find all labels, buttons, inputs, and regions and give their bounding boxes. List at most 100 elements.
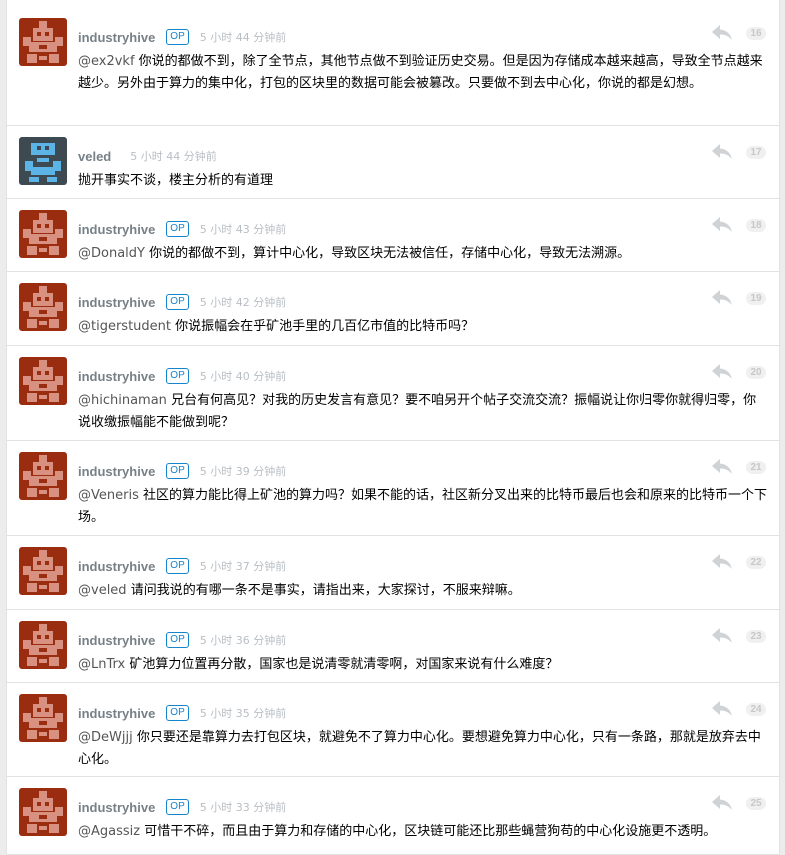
avatar[interactable] [19,547,67,595]
reply-text: 社区的算力能比得上矿池的算力吗？如果不能的话，社区新分叉出来的比特币最后也会和原… [78,488,767,525]
username-link[interactable]: industryhive [78,222,155,237]
reply-text: 你说的都做不到，算计中心化，导致区块无法被信任，存储中心化，导致无法溯源。 [144,246,631,261]
reply-content: @Agassiz 可惜干不碎，而且由于算力和存储的中心化，区块链可能还比那些蝇营… [78,821,769,843]
reply-item: industryhive OP 5 小时 39 分钟前 21 @Veneris … [7,440,779,536]
username-link[interactable]: veled [78,149,111,164]
reply-text: 你说的都做不到，除了全节点，其他节点做不到验证历史交易。但是因为存储成本越来越高… [78,54,763,91]
reply-timestamp: 5 小时 33 分钟前 [199,801,287,814]
avatar[interactable] [19,210,67,258]
reply-item: industryhive OP 5 小时 42 分钟前 19 @tigerstu… [7,271,779,346]
reply-arrow-icon[interactable] [711,143,733,161]
reply-content: @ex2vkf 你说的都做不到，除了全节点，其他节点做不到验证历史交易。但是因为… [78,51,769,95]
reply-content: @DeWjjj 你只要还是靠算力去打包区块，就避免不了算力中心化。要想避免算力中… [78,727,769,771]
reply-content: @DonaldY 你说的都做不到，算计中心化，导致区块无法被信任，存储中心化，导… [78,243,769,265]
industryhive-avatar-icon [19,210,67,258]
username-link[interactable]: industryhive [78,559,155,574]
reply-content: @tigerstudent 你说振幅会在乎矿池手里的几百亿市值的比特币吗？ [78,316,769,338]
reply-meta: industryhive OP 5 小时 40 分钟前 [78,367,286,385]
reply-meta: industryhive OP 5 小时 42 分钟前 [78,293,286,311]
reply-item: veled 5 小时 44 分钟前 17 抛开事实不谈，楼主分析的有道理 [7,125,779,199]
reply-meta: industryhive OP 5 小时 44 分钟前 [78,28,286,46]
reply-text: 请问我说的有哪一条不是事实，请指出来，大家探讨，不服来辩嘛。 [126,583,521,598]
avatar[interactable] [19,283,67,331]
avatar[interactable] [19,694,67,742]
avatar[interactable] [19,452,67,500]
mention-link[interactable]: @DeWjjj [78,730,133,745]
reply-arrow-icon[interactable] [711,216,733,234]
reply-content: @hichinaman 兄台有何高见？对我的历史发言有意见？要不咱另开个帖子交流… [78,390,769,434]
floor-number-badge: 21 [746,461,766,474]
industryhive-avatar-icon [19,357,67,405]
op-badge: OP [166,294,189,310]
reply-item: industryhive OP 5 小时 40 分钟前 20 @hichinam… [7,345,779,441]
username-link[interactable]: industryhive [78,295,155,310]
op-badge: OP [166,558,189,574]
reply-meta: industryhive OP 5 小时 35 分钟前 [78,704,286,722]
reply-timestamp: 5 小时 44 分钟前 [130,150,217,163]
industryhive-avatar-icon [19,18,67,66]
reply-arrow-icon[interactable] [711,458,733,476]
reply-arrow-icon[interactable] [711,363,733,381]
industryhive-avatar-icon [19,283,67,331]
username-link[interactable]: industryhive [78,30,155,45]
reply-content: @LnTrx 矿池算力位置再分散，国家也是说清零就清零啊，对国家来说有什么难度？ [78,654,769,676]
reply-arrow-icon[interactable] [711,24,733,42]
username-link[interactable]: industryhive [78,706,155,721]
mention-link[interactable]: @ex2vkf [78,54,135,69]
mention-link[interactable]: @LnTrx [78,657,125,672]
industryhive-avatar-icon [19,621,67,669]
reply-arrow-icon[interactable] [711,794,733,812]
reply-text: 兄台有何高见？对我的历史发言有意见？要不咱另开个帖子交流交流？振幅说让你归零你就… [78,393,757,430]
reply-content: @Veneris 社区的算力能比得上矿池的算力吗？如果不能的话，社区新分叉出来的… [78,485,769,529]
reply-item: industryhive OP 5 小时 33 分钟前 25 @Agassiz … [7,776,779,855]
reply-arrow-icon[interactable] [711,627,733,645]
reply-timestamp: 5 小时 37 分钟前 [199,560,287,573]
avatar[interactable] [19,621,67,669]
veled-avatar-icon [19,137,67,185]
op-badge: OP [166,29,189,45]
reply-timestamp: 5 小时 43 分钟前 [199,223,287,236]
reply-meta: veled 5 小时 44 分钟前 [78,147,217,165]
floor-number-badge: 22 [746,556,766,569]
reply-arrow-icon[interactable] [711,289,733,307]
op-badge: OP [166,221,189,237]
mention-link[interactable]: @hichinaman [78,393,167,408]
reply-content: @veled 请问我说的有哪一条不是事实，请指出来，大家探讨，不服来辩嘛。 [78,580,769,602]
reply-arrow-icon[interactable] [711,700,733,718]
username-link[interactable]: industryhive [78,464,155,479]
floor-number-badge: 25 [746,797,766,810]
industryhive-avatar-icon [19,788,67,836]
op-badge: OP [166,463,189,479]
mention-link[interactable]: @tigerstudent [78,319,171,334]
avatar[interactable] [19,357,67,405]
mention-link[interactable]: @Agassiz [78,824,140,839]
reply-timestamp: 5 小时 40 分钟前 [199,370,287,383]
mention-link[interactable]: @Veneris [78,488,139,503]
industryhive-avatar-icon [19,547,67,595]
floor-number-badge: 17 [746,146,766,159]
avatar[interactable] [19,788,67,836]
reply-timestamp: 5 小时 42 分钟前 [199,296,287,309]
floor-number-badge: 16 [746,27,766,40]
reply-meta: industryhive OP 5 小时 43 分钟前 [78,220,286,238]
mention-link[interactable]: @DonaldY [78,246,145,261]
username-link[interactable]: industryhive [78,633,155,648]
reply-meta: industryhive OP 5 小时 36 分钟前 [78,631,286,649]
username-link[interactable]: industryhive [78,369,155,384]
floor-number-badge: 23 [746,630,766,643]
avatar[interactable] [19,18,67,66]
op-badge: OP [166,368,189,384]
mention-link[interactable]: @veled [78,583,127,598]
reply-text: 你说振幅会在乎矿池手里的几百亿市值的比特币吗？ [171,319,475,334]
op-badge: OP [166,632,189,648]
op-badge: OP [166,799,189,815]
reply-text: 抛开事实不谈，楼主分析的有道理 [78,173,274,188]
floor-number-badge: 19 [746,292,766,305]
username-link[interactable]: industryhive [78,800,155,815]
reply-item: industryhive OP 5 小时 36 分钟前 23 @LnTrx 矿池… [7,609,779,683]
reply-arrow-icon[interactable] [711,553,733,571]
reply-item: industryhive OP 5 小时 37 分钟前 22 @veled 请问… [7,535,779,610]
avatar[interactable] [19,137,67,185]
reply-meta: industryhive OP 5 小时 37 分钟前 [78,557,286,575]
op-badge: OP [166,705,189,721]
